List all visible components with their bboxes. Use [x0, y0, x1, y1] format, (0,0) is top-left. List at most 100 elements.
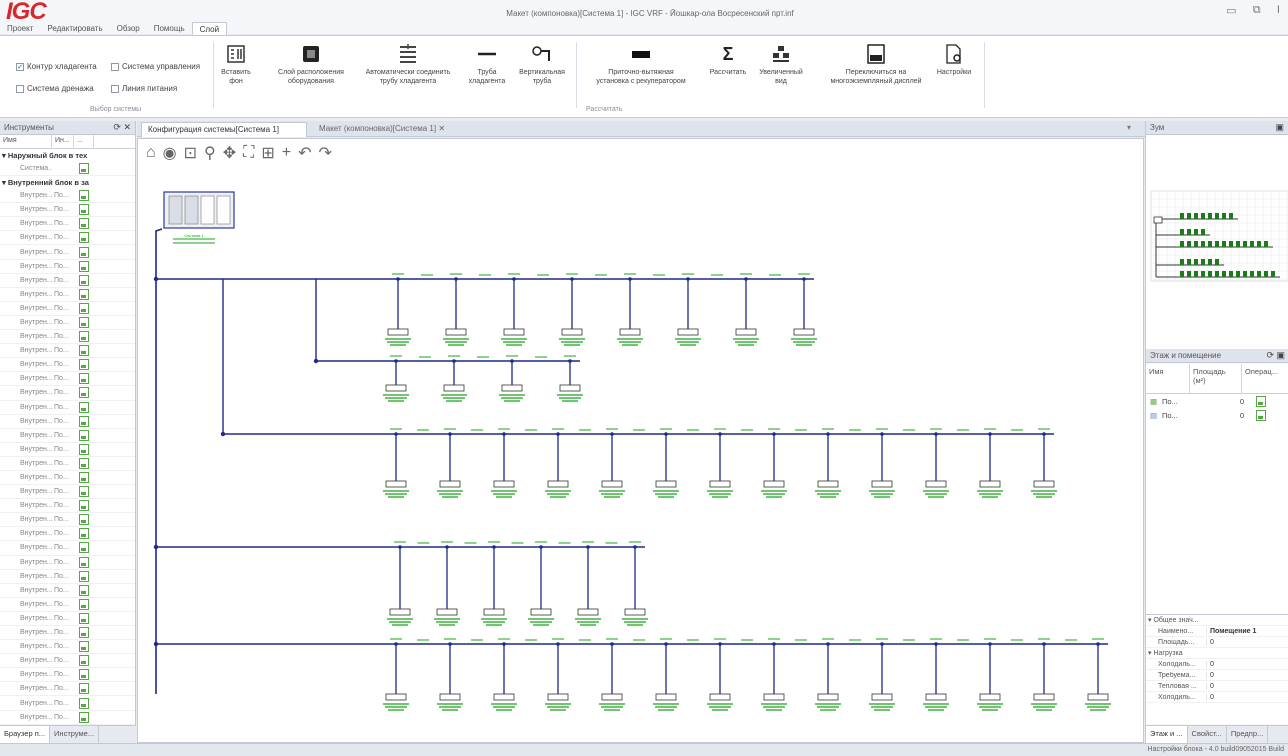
tab-tools[interactable]: Инструме...	[50, 726, 100, 743]
property-row[interactable]: Площадь... 0	[1146, 637, 1288, 648]
add-unit-icon[interactable]	[79, 669, 89, 681]
add-unit-icon[interactable]	[79, 472, 89, 484]
col-extra[interactable]: ...	[74, 135, 94, 148]
list-item[interactable]: Внутрен...По...	[0, 189, 135, 204]
list-item[interactable]: Внутрен...По...	[0, 245, 135, 260]
add-unit-icon[interactable]	[79, 612, 89, 624]
add-unit-icon[interactable]	[79, 387, 89, 399]
add-unit-icon[interactable]	[79, 598, 89, 610]
list-item[interactable]: Внутрен...По...	[0, 583, 135, 598]
list-item[interactable]: Внутрен...По...	[0, 456, 135, 471]
equipment-layer-button[interactable]: Слой расположения оборудования	[268, 40, 354, 104]
add-unit-icon[interactable]	[79, 302, 89, 314]
add-unit-icon[interactable]	[79, 415, 89, 427]
add-unit-icon[interactable]	[79, 163, 89, 175]
add-unit-icon[interactable]	[79, 345, 89, 357]
add-unit-icon[interactable]	[79, 528, 89, 540]
add-unit-icon[interactable]	[79, 373, 89, 385]
refrigerant-pipe-button[interactable]: Труба хладагента	[466, 40, 508, 104]
list-item[interactable]: Внутрен...По...	[0, 626, 135, 641]
zoom-window-icon[interactable]: ⊡	[184, 143, 197, 163]
add-unit-icon[interactable]	[79, 443, 89, 455]
checkbox-power-line[interactable]: Линия питания	[111, 84, 177, 93]
menu-tab[interactable]: Помощь	[147, 22, 192, 36]
list-item[interactable]: Внутрен...По...	[0, 527, 135, 542]
list-item[interactable]: Внутрен...По...	[0, 301, 135, 316]
room-row[interactable]: ▤ По... 0	[1146, 408, 1288, 422]
add-unit-icon[interactable]	[79, 190, 89, 202]
list-item[interactable]: Внутрен...По...	[0, 640, 135, 655]
undo-icon[interactable]: ↶	[298, 143, 311, 163]
menu-tab[interactable]: Обзор	[110, 22, 147, 36]
multi-display-button[interactable]: Переключиться на многоэкземпляный дисплей	[818, 40, 934, 104]
property-row[interactable]: Требуема... 0	[1146, 670, 1288, 681]
list-item[interactable]: Внутрен...По...	[0, 400, 135, 415]
list-item[interactable]: Внутрен...По...	[0, 710, 135, 725]
ventilation-unit-button[interactable]: Приточно-вытяжная установка с рекуператор…	[584, 40, 698, 104]
minimize-icon[interactable]: ▭	[1226, 4, 1236, 24]
zoom-icon[interactable]: ⚲	[204, 143, 216, 163]
add-unit-icon[interactable]	[79, 641, 89, 653]
add-unit-icon[interactable]	[79, 457, 89, 469]
list-item[interactable]: Внутрен...По...	[0, 668, 135, 683]
list-item[interactable]: Внутрен...По...	[0, 696, 135, 711]
col-name[interactable]: Имя	[0, 135, 52, 148]
checkbox-drainage-system[interactable]: Система дренажа	[16, 84, 94, 93]
property-row[interactable]: Тепловая ... 0	[1146, 681, 1288, 692]
refresh-close-icon[interactable]: ⟳ ✕	[113, 122, 131, 133]
list-item[interactable]: Система...	[0, 162, 135, 177]
crosshair-icon[interactable]: +	[282, 144, 291, 162]
add-unit-icon[interactable]	[79, 683, 89, 695]
tab-layout[interactable]: Макет (компоновка)[Система 1] ✕	[313, 122, 475, 137]
list-item[interactable]: Внутрен...По...	[0, 231, 135, 246]
center-icon[interactable]: ◉	[163, 143, 177, 163]
add-unit-icon[interactable]	[79, 627, 89, 639]
add-unit-icon[interactable]	[79, 246, 89, 258]
restore-icon[interactable]: ⧉	[1253, 4, 1261, 24]
add-unit-icon[interactable]	[79, 711, 89, 723]
add-unit-icon[interactable]	[79, 556, 89, 568]
add-unit-icon[interactable]	[79, 655, 89, 667]
add-unit-icon[interactable]	[79, 584, 89, 596]
list-item[interactable]: Внутрен...По...	[0, 217, 135, 232]
close-icon[interactable]: ✕	[438, 124, 445, 133]
list-item[interactable]: Внутрен...По...	[0, 414, 135, 429]
redo-icon[interactable]: ↷	[319, 143, 332, 163]
close-icon[interactable]: I	[1277, 4, 1280, 24]
list-item[interactable]: Внутрен...По...	[0, 442, 135, 457]
list-item[interactable]: Внутрен...По...	[0, 315, 135, 331]
diagram-canvas[interactable]: ⌂ ◉ ⊡ ⚲ ✥ ⛶ ⊞ + ↶ ↷ Система 1	[137, 138, 1144, 743]
menu-tab[interactable]: Проект	[0, 22, 40, 36]
list-item[interactable]: Внутрен...По...	[0, 259, 135, 274]
checkbox-box[interactable]: ✓	[16, 62, 24, 71]
add-unit-icon[interactable]	[79, 401, 89, 413]
vertical-pipe-button[interactable]: Вертикальная труба	[516, 40, 568, 104]
list-item[interactable]: Внутрен...По...	[0, 499, 135, 514]
add-unit-icon[interactable]	[79, 274, 89, 286]
add-unit-icon[interactable]	[79, 486, 89, 498]
list-item[interactable]: Внутрен...По...	[0, 428, 135, 443]
list-item[interactable]: Внутрен...По...	[0, 611, 135, 626]
add-unit-icon[interactable]	[79, 359, 89, 371]
list-item[interactable]: Внутрен...По...	[0, 203, 135, 218]
list-item[interactable]: Внутрен...По...	[0, 330, 135, 345]
list-item[interactable]: Внутрен...По...	[0, 386, 135, 401]
tab-browser[interactable]: Браузер п...	[0, 726, 51, 743]
tab-system-config[interactable]: Конфигурация системы[Система 1]	[141, 122, 307, 137]
pin-icon[interactable]: ▣	[1275, 122, 1284, 133]
list-item[interactable]: Внутрен...По...	[0, 344, 135, 359]
add-unit-icon[interactable]	[79, 218, 89, 230]
group-outdoor[interactable]: ▾ Наружный блок в тех	[0, 149, 135, 162]
menu-tab[interactable]: Редактировать	[40, 22, 109, 36]
checkbox-box[interactable]	[111, 62, 119, 71]
tab-properties[interactable]: Свойст...	[1188, 726, 1227, 743]
list-item[interactable]: Внутрен...По...	[0, 597, 135, 612]
checkbox-control-system[interactable]: Система управления	[111, 62, 200, 71]
settings-button[interactable]: Настройки	[934, 40, 974, 104]
list-item[interactable]: Внутрен...По...	[0, 682, 135, 697]
tab-presets[interactable]: Предпр...	[1227, 726, 1269, 743]
property-row[interactable]: ▾ Нагрузка	[1146, 648, 1288, 659]
add-unit-icon[interactable]	[79, 331, 89, 343]
property-row[interactable]: ▾ Общее знач...	[1146, 615, 1288, 626]
add-unit-icon[interactable]	[79, 204, 89, 216]
